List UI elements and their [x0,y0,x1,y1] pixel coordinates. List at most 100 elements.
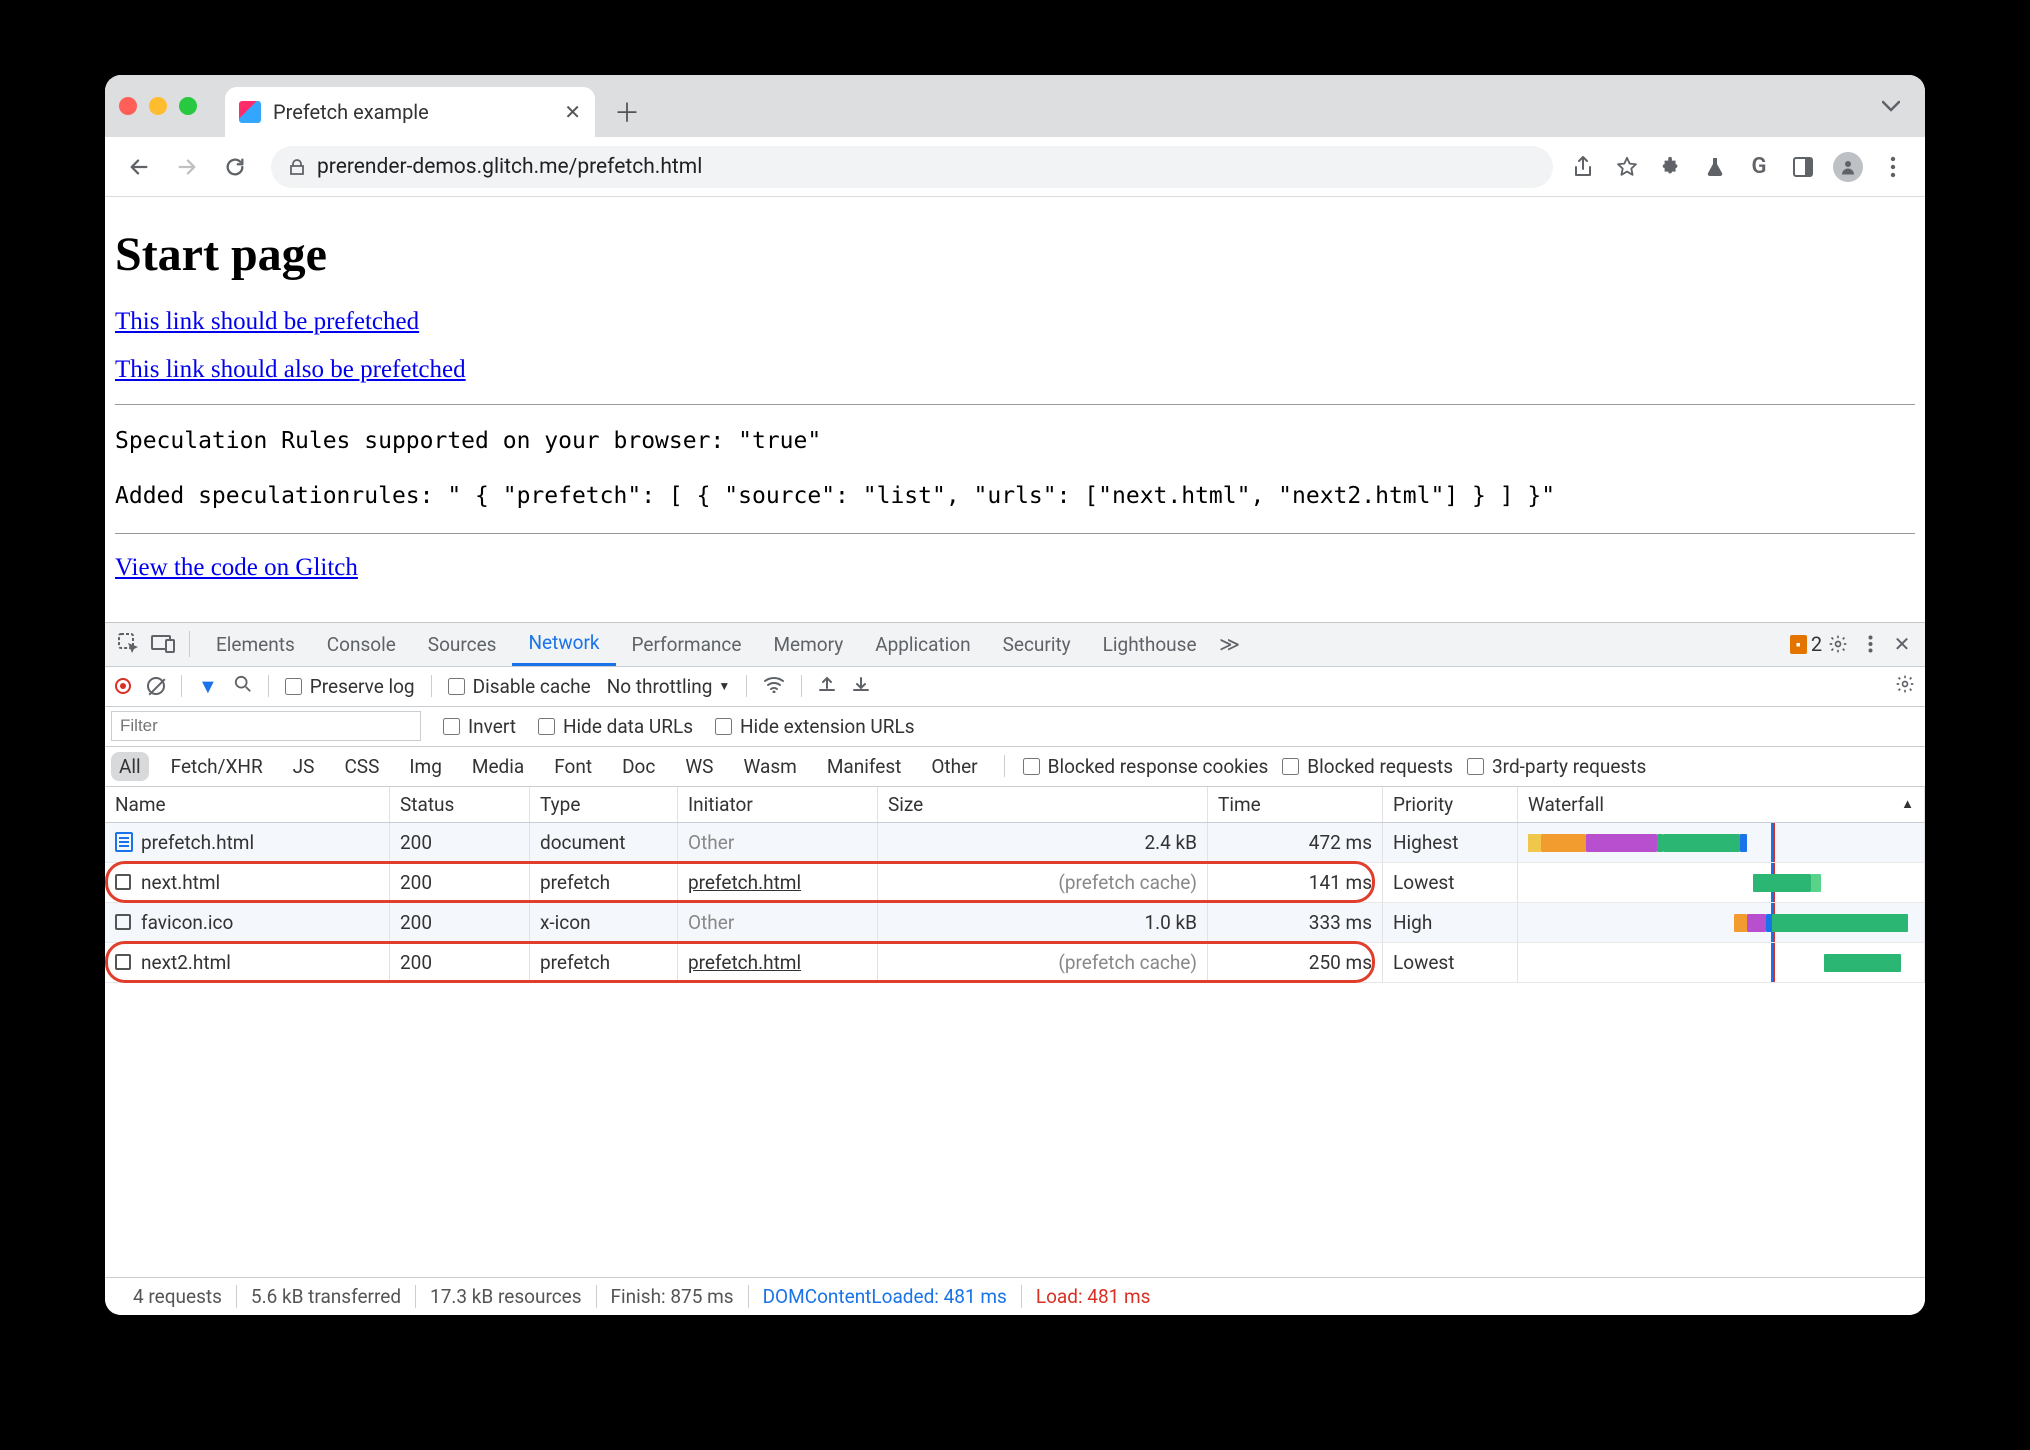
devtools-tab-elements[interactable]: Elements [200,623,311,666]
devtools-tab-memory[interactable]: Memory [757,623,859,666]
forward-button[interactable] [167,147,207,187]
filter-input[interactable] [111,711,421,741]
filter-type-manifest[interactable]: Manifest [819,752,910,781]
zoom-window-button[interactable] [179,97,197,115]
devtools-tab-sources[interactable]: Sources [412,623,513,666]
preserve-log-label: Preserve log [310,675,415,698]
close-tab-icon[interactable]: ✕ [564,100,581,124]
priority-cell: High [1383,903,1518,942]
omnibox[interactable]: prerender-demos.glitch.me/prefetch.html [271,146,1553,188]
status-resources: 17.3 kB resources [416,1285,596,1308]
export-har-button[interactable] [818,675,836,698]
col-priority[interactable]: Priority [1383,787,1518,822]
filter-type-other[interactable]: Other [923,752,985,781]
col-type[interactable]: Type [530,787,678,822]
network-conditions-button[interactable] [763,675,785,698]
col-size[interactable]: Size [878,787,1208,822]
col-time[interactable]: Time [1208,787,1383,822]
side-panel-button[interactable] [1789,153,1817,181]
hide-data-urls-checkbox[interactable]: Hide data URLs [538,715,693,738]
col-name[interactable]: Name [105,787,390,822]
devtools-tab-lighthouse[interactable]: Lighthouse [1087,623,1213,666]
close-window-button[interactable] [119,97,137,115]
table-row[interactable]: next.html200prefetchprefetch.html(prefet… [105,863,1925,903]
devtools-tab-security[interactable]: Security [987,623,1087,666]
labs-button[interactable] [1701,153,1729,181]
filter-type-all[interactable]: All [111,752,149,781]
col-initiator[interactable]: Initiator [678,787,878,822]
status-cell: 200 [390,823,530,862]
bookmark-button[interactable] [1613,153,1641,181]
search-button[interactable] [234,675,252,698]
waterfall-cell [1518,903,1925,942]
table-row[interactable]: next2.html200prefetchprefetch.html(prefe… [105,943,1925,983]
filter-type-img[interactable]: Img [401,752,450,781]
profile-button[interactable] [1833,152,1863,182]
throttling-select[interactable]: No throttling▼ [607,675,731,698]
priority-cell: Lowest [1383,943,1518,982]
hide-extension-urls-checkbox[interactable]: Hide extension URLs [715,715,915,738]
devtools-close-button[interactable]: ✕ [1887,629,1917,659]
waterfall-cell [1518,823,1925,862]
tab-list-button[interactable] [1871,86,1911,126]
prefetch-link-1[interactable]: This link should be prefetched [115,308,419,336]
filter-type-js[interactable]: JS [285,752,323,781]
initiator-cell[interactable]: prefetch.html [688,951,801,974]
reload-button[interactable] [215,147,255,187]
table-row[interactable]: prefetch.html200documentOther2.4 kB472 m… [105,823,1925,863]
filter-type-ws[interactable]: WS [677,752,721,781]
status-requests: 4 requests [119,1285,237,1308]
preserve-log-checkbox[interactable]: Preserve log [285,675,415,698]
initiator-cell[interactable]: prefetch.html [688,871,801,894]
blocked-cookies-checkbox[interactable]: Blocked response cookies [1023,755,1269,778]
back-button[interactable] [119,147,159,187]
devtools-tab-console[interactable]: Console [311,623,412,666]
browser-tab[interactable]: Prefetch example ✕ [225,87,595,137]
network-settings-button[interactable] [1895,674,1915,699]
warning-badge: ▪ [1790,635,1807,654]
devtools-tab-performance[interactable]: Performance [616,623,758,666]
disable-cache-checkbox[interactable]: Disable cache [448,675,591,698]
inspect-icon [118,633,140,655]
col-waterfall[interactable]: Waterfall▲ [1518,787,1925,822]
google-button[interactable]: G [1745,153,1773,181]
filter-type-css[interactable]: CSS [336,752,387,781]
blocked-requests-checkbox[interactable]: Blocked requests [1282,755,1453,778]
device-toggle-button[interactable] [147,628,179,660]
share-button[interactable] [1569,153,1597,181]
col-status[interactable]: Status [390,787,530,822]
glitch-code-link[interactable]: View the code on Glitch [115,554,358,582]
record-button[interactable] [115,678,131,694]
issues-button[interactable]: ▪ 2 [1791,629,1821,659]
prefetch-link-2[interactable]: This link should also be prefetched [115,356,466,384]
devices-icon [151,635,175,653]
settings-button[interactable] [1823,629,1853,659]
invert-checkbox[interactable]: Invert [443,715,516,738]
filter-type-font[interactable]: Font [546,752,600,781]
devtools-menu-button[interactable] [1855,629,1885,659]
extensions-button[interactable] [1657,153,1685,181]
filter-type-wasm[interactable]: Wasm [735,752,804,781]
menu-button[interactable] [1879,153,1907,181]
third-party-checkbox[interactable]: 3rd-party requests [1467,755,1646,778]
kebab-icon [1890,156,1896,178]
inspect-element-button[interactable] [113,628,145,660]
filter-toggle-button[interactable]: ▼ [198,674,218,699]
devtools-tab-network[interactable]: Network [512,623,615,666]
throttling-value: No throttling [607,675,713,698]
table-row[interactable]: favicon.ico200x-iconOther1.0 kB333 msHig… [105,903,1925,943]
separator [189,631,190,657]
filter-type-media[interactable]: Media [464,752,532,781]
minimize-window-button[interactable] [149,97,167,115]
new-tab-button[interactable]: ＋ [607,91,647,131]
import-har-button[interactable] [852,675,870,698]
filter-type-doc[interactable]: Doc [614,752,663,781]
devtools-tabbar: ElementsConsoleSourcesNetworkPerformance… [105,623,1925,667]
size-cell: 1.0 kB [878,903,1208,942]
separator [181,675,182,697]
filter-type-fetch-xhr[interactable]: Fetch/XHR [163,752,271,781]
more-tabs-button[interactable]: ≫ [1215,629,1245,659]
clear-button[interactable] [147,677,165,695]
devtools-tab-application[interactable]: Application [859,623,986,666]
network-table: Name Status Type Initiator Size Time Pri… [105,787,1925,1277]
